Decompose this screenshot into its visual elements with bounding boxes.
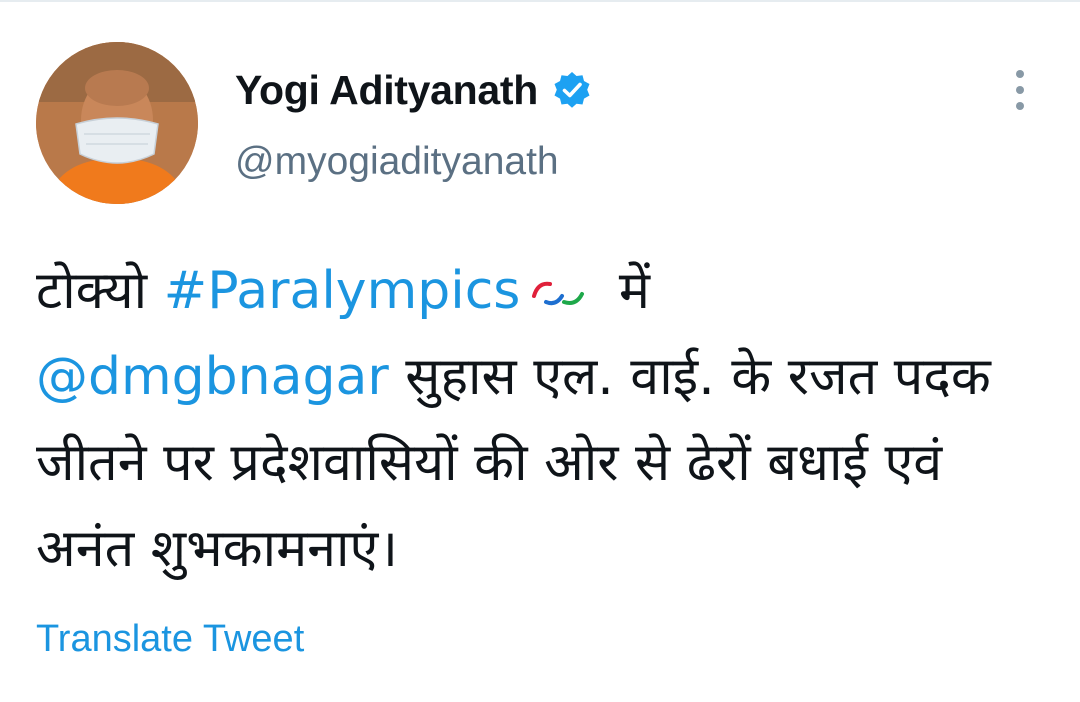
tweet-text-part: टोक्यो bbox=[36, 261, 164, 321]
more-dot bbox=[1016, 70, 1024, 78]
paralympics-agitos-icon bbox=[528, 252, 588, 306]
author-display-name[interactable]: Yogi Adityanath bbox=[235, 67, 538, 114]
more-dot bbox=[1016, 86, 1024, 94]
translate-tweet-link[interactable]: Translate Tweet bbox=[36, 618, 304, 661]
more-dot bbox=[1016, 102, 1024, 110]
hashtag-link[interactable]: #Paralympics bbox=[164, 261, 521, 321]
author-name-row: Yogi Adityanath bbox=[235, 64, 592, 116]
more-options-icon[interactable] bbox=[1000, 66, 1040, 114]
mention-link[interactable]: @dmgbnagar bbox=[36, 347, 389, 407]
verified-badge-icon bbox=[552, 70, 592, 110]
tweet-text-part: में bbox=[602, 261, 651, 321]
avatar[interactable] bbox=[36, 42, 198, 204]
top-divider bbox=[0, 0, 1080, 2]
author-handle[interactable]: @myogiadityanath bbox=[235, 140, 559, 184]
tweet-text: टोक्यो #Paralympics में @dmgbnagar सुहास … bbox=[36, 248, 1046, 592]
